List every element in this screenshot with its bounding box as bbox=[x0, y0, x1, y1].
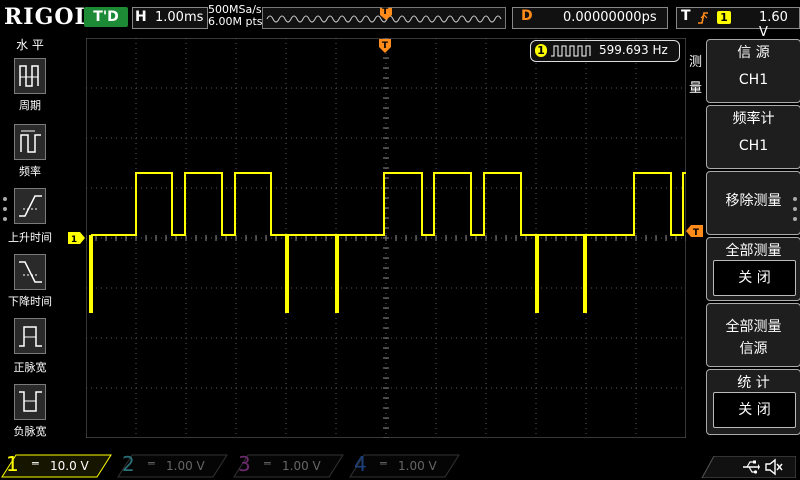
channel-4-number: 4 bbox=[354, 452, 367, 476]
trigger-level: 1.60 V bbox=[759, 10, 788, 40]
trigger-key: T bbox=[681, 8, 691, 24]
rise-time-label: 上升时间 bbox=[8, 231, 52, 244]
channel-status-bar: 1 ═ 10.0 V 2 ═ 1.00 V 3 ═ 1.00 V 4 ═ 1.00 V bbox=[0, 452, 800, 480]
coupling-dc-icon: ═ bbox=[380, 457, 387, 470]
trigger-position-label: T bbox=[382, 7, 389, 17]
timebase-value: 1.00ms bbox=[155, 10, 204, 25]
rising-edge-icon bbox=[698, 12, 708, 24]
menu-tab: 测量 bbox=[686, 38, 706, 120]
memory-depth: 6.00M pts bbox=[208, 15, 263, 28]
brand-logo: RIGOL bbox=[4, 4, 91, 30]
timebase-box[interactable]: H 1.00ms bbox=[132, 7, 208, 29]
frequency-readout[interactable]: 1 599.693 Hz bbox=[530, 40, 680, 62]
left-measure-menu: 水 平 周期 频率 上升时间 下降时间 正脉宽 负脉宽 bbox=[0, 34, 60, 444]
readout-value: 599.693 Hz bbox=[599, 43, 668, 57]
channel-4-scale: 1.00 V bbox=[398, 459, 437, 473]
delay-key: D bbox=[521, 8, 533, 24]
left-scroll-dots[interactable] bbox=[2, 196, 8, 226]
coupling-dc-icon: ═ bbox=[32, 457, 39, 470]
source-menu-item[interactable]: 信 源 CH1 bbox=[706, 39, 800, 103]
readout-channel-chip: 1 bbox=[535, 44, 547, 57]
trigger-time-marker-label: T bbox=[382, 41, 389, 51]
negative-pulse-width-icon bbox=[19, 391, 42, 412]
trigger-time-marker-icon[interactable]: T bbox=[378, 38, 392, 54]
horizontal-key: H bbox=[135, 9, 147, 25]
fall-time-label: 下降时间 bbox=[8, 295, 52, 308]
all-measure-value: 关 闭 bbox=[713, 260, 796, 296]
all-measure-source-line1: 全部测量 bbox=[725, 319, 782, 335]
usb-icon bbox=[743, 460, 760, 474]
channel-2-box[interactable]: 2 ═ 1.00 V bbox=[116, 452, 228, 478]
channel-1-number: 1 bbox=[6, 452, 19, 476]
menu-tab-label: 测量 bbox=[689, 55, 703, 96]
frequency-button[interactable] bbox=[14, 124, 46, 160]
counter-value: CH1 bbox=[738, 138, 769, 154]
channel-4-box[interactable]: 4 ═ 1.00 V bbox=[348, 452, 460, 478]
channel-1-box[interactable]: 1 ═ 10.0 V bbox=[0, 452, 112, 478]
channel-3-number: 3 bbox=[238, 452, 251, 476]
fall-time-button[interactable] bbox=[14, 254, 46, 290]
trigger-status-badge: T'D bbox=[84, 7, 128, 27]
rise-time-button[interactable] bbox=[14, 188, 46, 224]
trigger-box[interactable]: T 1 1.60 V bbox=[676, 7, 800, 40]
memory-overview-strip[interactable]: T bbox=[262, 7, 506, 29]
fall-time-icon bbox=[19, 261, 42, 283]
channel-2-scale: 1.00 V bbox=[166, 459, 205, 473]
square-wave-icon bbox=[551, 45, 591, 57]
all-measure-title: 全部测量 bbox=[725, 243, 782, 259]
negative-pulse-width-label: 负脉宽 bbox=[13, 425, 47, 438]
all-measure-source-menu-item[interactable]: 全部测量 信源 bbox=[706, 303, 800, 367]
negative-pulse-width-button[interactable] bbox=[14, 384, 46, 420]
channel-1-scale: 10.0 V bbox=[50, 459, 89, 473]
statistics-title: 统 计 bbox=[737, 375, 770, 391]
rise-time-icon bbox=[19, 195, 42, 217]
source-title: 信 源 bbox=[737, 45, 770, 61]
statistics-value: 关 闭 bbox=[713, 392, 796, 428]
channel-3-box[interactable]: 3 ═ 1.00 V bbox=[232, 452, 344, 478]
source-value: CH1 bbox=[738, 72, 769, 88]
trigger-source-chip: 1 bbox=[717, 11, 731, 24]
top-status-bar: RIGOL T'D H 1.00ms 500MSa/s 6.00M pts T … bbox=[0, 0, 800, 40]
coupling-dc-icon: ═ bbox=[148, 457, 155, 470]
counter-menu-item[interactable]: 频率计 CH1 bbox=[706, 105, 800, 169]
delay-value: 0.00000000ps bbox=[563, 10, 657, 25]
waveform-display[interactable] bbox=[86, 38, 686, 438]
positive-pulse-width-icon bbox=[19, 326, 42, 347]
channel-3-scale: 1.00 V bbox=[282, 459, 321, 473]
ch1-offset-marker-icon[interactable]: 1 bbox=[68, 232, 86, 245]
counter-title: 频率计 bbox=[732, 111, 775, 127]
frequency-label: 频率 bbox=[19, 165, 41, 178]
acquisition-info: 500MSa/s 6.00M pts bbox=[208, 4, 263, 28]
right-measure-menu: 测量 信 源 CH1 频率计 CH1 移除测量 全部测量 关 闭 全部测量 信源… bbox=[686, 38, 800, 438]
remove-measure-label: 移除测量 bbox=[725, 193, 782, 209]
remove-measure-button[interactable]: 移除测量 bbox=[706, 171, 800, 235]
speaker-muted-icon[interactable] bbox=[764, 458, 784, 476]
period-button[interactable] bbox=[14, 58, 46, 94]
period-icon bbox=[19, 65, 39, 87]
frequency-icon bbox=[20, 130, 41, 153]
statistics-menu-item[interactable]: 统 计 关 闭 bbox=[706, 369, 800, 435]
positive-pulse-width-label: 正脉宽 bbox=[13, 361, 47, 374]
ch1-offset-marker-label: 1 bbox=[71, 235, 77, 245]
all-measure-source-line2: 信源 bbox=[739, 341, 768, 357]
right-scroll-dots[interactable] bbox=[792, 196, 798, 226]
channel-2-number: 2 bbox=[122, 452, 135, 476]
positive-pulse-width-button[interactable] bbox=[14, 318, 46, 354]
left-menu-title: 水 平 bbox=[16, 38, 44, 52]
delay-box[interactable]: D 0.00000000ps bbox=[512, 7, 668, 29]
period-label: 周期 bbox=[19, 99, 41, 112]
all-measure-menu-item[interactable]: 全部测量 关 闭 bbox=[706, 237, 800, 301]
coupling-dc-icon: ═ bbox=[264, 457, 271, 470]
